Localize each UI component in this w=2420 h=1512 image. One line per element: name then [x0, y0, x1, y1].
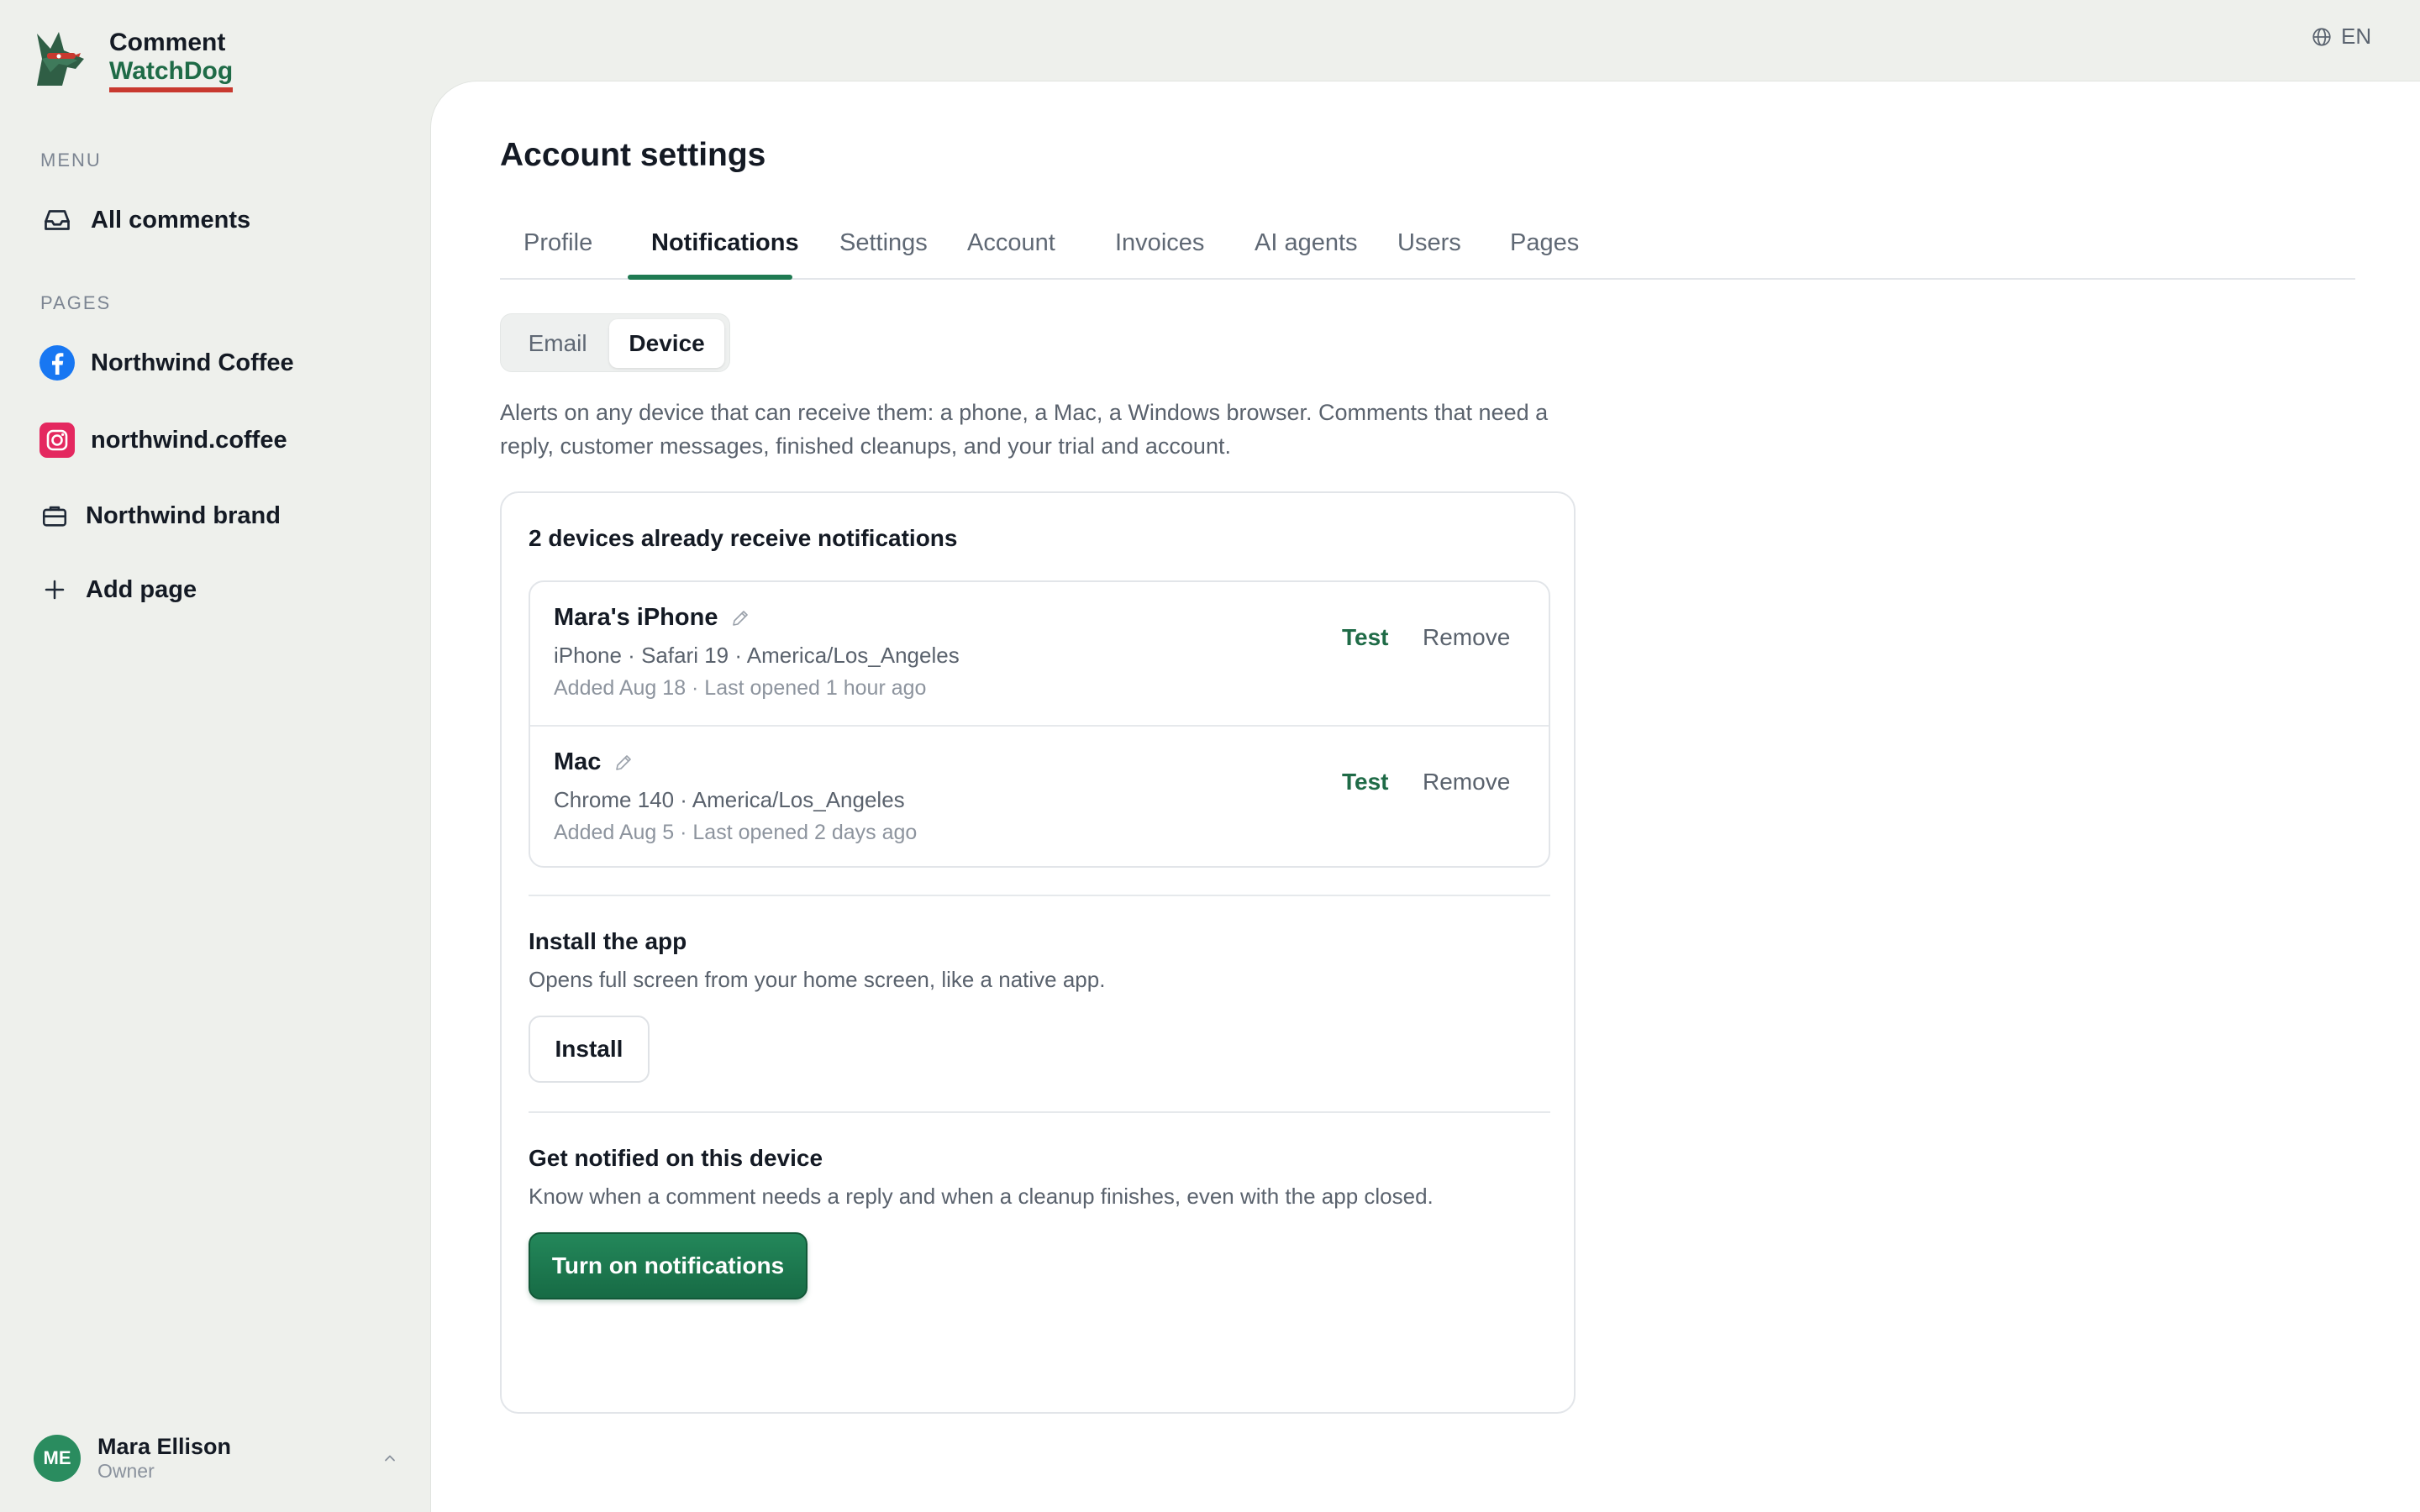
device-name: Mac — [554, 748, 602, 775]
install-button[interactable]: Install — [529, 1016, 650, 1083]
devices-card: 2 devices already receive notifications … — [500, 491, 1576, 1414]
sidebar-item-label: Northwind brand — [86, 501, 281, 529]
brand[interactable]: Comment WatchDog — [25, 25, 234, 96]
tab-users[interactable]: Users — [1397, 229, 1461, 257]
tab-profile[interactable]: Profile — [523, 229, 592, 257]
device-list: Mara's iPhone iPhone · Safari 19 · Ameri… — [529, 580, 1550, 868]
globe-icon — [2312, 27, 2331, 46]
sidebar-item-label: northwind.coffee — [91, 426, 287, 454]
device-meta: iPhone · Safari 19 · America/Los_Angeles — [554, 643, 960, 668]
turn-on-notifications-button[interactable]: Turn on notifications — [529, 1232, 808, 1299]
tab-pages[interactable]: Pages — [1510, 229, 1579, 257]
tab-ai-agents[interactable]: AI agents — [1255, 229, 1358, 257]
device-meta: Chrome 140 · America/Los_Angeles — [554, 787, 905, 812]
sidebar-item-northwind-coffee-instagram[interactable]: northwind.coffee — [39, 417, 287, 464]
facebook-icon — [39, 344, 76, 381]
notify-device-text: Know when a comment needs a reply and wh… — [529, 1184, 1434, 1209]
install-app-title: Install the app — [529, 928, 687, 954]
device-row: Mara's iPhone iPhone · Safari 19 · Ameri… — [530, 582, 1549, 725]
install-app-text: Opens full screen from your home screen,… — [529, 967, 1106, 992]
subtab-device[interactable]: Device — [609, 319, 724, 368]
plus-icon — [39, 571, 71, 608]
brand-name-line1: Comment — [109, 29, 226, 56]
add-page-button[interactable]: Add page — [39, 566, 197, 613]
devices-card-title: 2 devices already receive notifications — [529, 525, 958, 551]
active-tab-indicator — [628, 275, 792, 280]
test-device-button[interactable]: Test — [1342, 619, 1389, 656]
language-label: EN — [2341, 24, 2372, 49]
brand-name-line2: WatchDog — [109, 57, 234, 92]
page-title: Account settings — [500, 137, 766, 173]
sidebar: Comment WatchDog MENU All comments PAGES… — [0, 0, 430, 1512]
test-device-button[interactable]: Test — [1342, 764, 1389, 801]
remove-device-button[interactable]: Remove — [1423, 619, 1510, 656]
sidebar-item-label: All comments — [91, 206, 251, 234]
settings-tabs: Profile Notifications Settings Account I… — [500, 211, 2355, 280]
remove-device-button[interactable]: Remove — [1423, 764, 1510, 801]
menu-section-label: MENU — [40, 150, 102, 171]
tab-settings[interactable]: Settings — [839, 229, 928, 257]
user-menu[interactable]: ME Mara Ellison Owner — [34, 1431, 403, 1485]
user-role: Owner — [97, 1460, 155, 1482]
user-name: Mara Ellison — [97, 1434, 232, 1459]
chevron-up-icon — [376, 1445, 403, 1472]
device-row: Mac Chrome 140 · America/Los_Angeles Add… — [530, 725, 1549, 866]
section-divider — [529, 1111, 1550, 1113]
device-name: Mara's iPhone — [554, 604, 718, 631]
section-divider — [529, 895, 1550, 896]
notify-device-title: Get notified on this device — [529, 1145, 823, 1171]
sidebar-item-northwind-coffee[interactable]: Northwind Coffee — [39, 339, 294, 386]
watchdog-logo-icon — [37, 32, 84, 86]
tab-notifications[interactable]: Notifications — [651, 229, 799, 257]
sidebar-item-all-comments[interactable]: All comments — [39, 197, 250, 244]
add-page-label: Add page — [86, 575, 197, 603]
avatar: ME — [34, 1435, 81, 1482]
pencil-icon[interactable] — [613, 752, 634, 774]
sidebar-item-northwind-brand[interactable]: Northwind brand — [39, 492, 281, 539]
notification-channel-toggle: Email Device — [500, 313, 730, 372]
briefcase-icon — [39, 497, 71, 534]
inbox-icon — [39, 202, 76, 239]
sidebar-item-label: Northwind Coffee — [91, 349, 294, 376]
device-activity: Added Aug 18 · Last opened 1 hour ago — [554, 676, 927, 700]
main-panel: Account settings Profile Notifications S… — [430, 81, 2420, 1512]
instagram-icon — [39, 422, 76, 459]
tab-invoices[interactable]: Invoices — [1115, 229, 1204, 257]
pages-section-label: PAGES — [40, 292, 112, 313]
tab-account[interactable]: Account — [967, 229, 1055, 257]
language-switcher[interactable]: EN — [2311, 24, 2371, 50]
subtab-email[interactable]: Email — [506, 319, 609, 368]
device-notifications-description: Alerts on any device that can receive th… — [500, 400, 1549, 459]
pencil-icon[interactable] — [729, 607, 751, 629]
device-activity: Added Aug 5 · Last opened 2 days ago — [554, 821, 918, 844]
